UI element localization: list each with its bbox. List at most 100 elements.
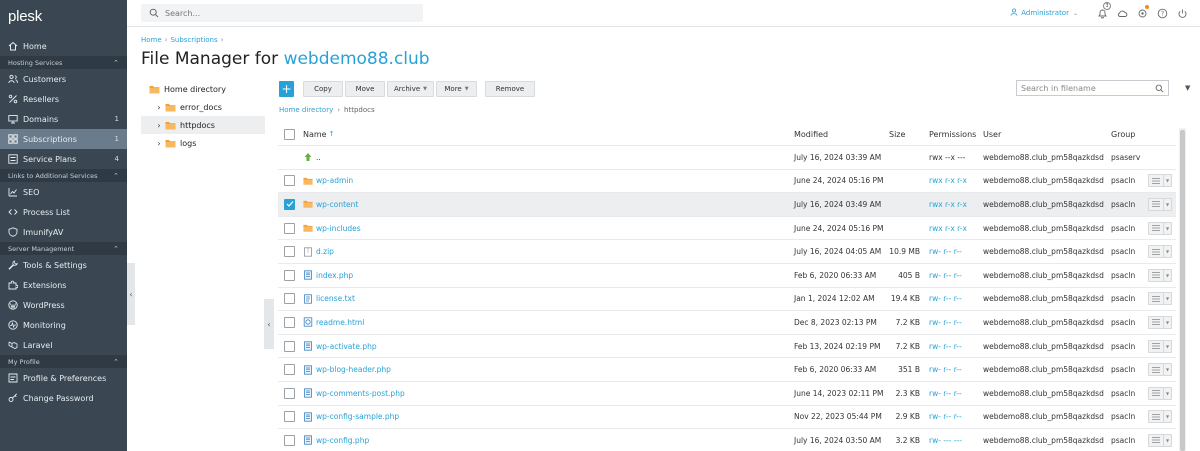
table-row[interactable]: ">wp-admin June 24, 2024 05:16 PM rwx r-… [278,170,1176,194]
table-row[interactable]: wp-config.php July 16, 2024 03:50 AM 3.2… [278,429,1176,451]
sidebar-item-profile-preferences[interactable]: Profile & Preferences [0,368,127,388]
permissions-cell[interactable]: rw- r-- r-- [929,240,962,263]
sidebar-item-change-password[interactable]: Change Password [0,388,127,408]
file-name-link[interactable]: wp-admin [316,176,353,185]
sidebar-section-header[interactable]: Hosting Services ⌃ [0,56,127,69]
permissions-cell[interactable]: rw- r-- r-- [929,406,962,429]
row-checkbox[interactable] [284,387,295,399]
row-actions-button[interactable]: ▼ [1148,410,1172,424]
plesk-logo[interactable]: plesk [0,0,127,32]
permissions-cell[interactable]: rw- r-- r-- [929,358,962,381]
table-row[interactable]: index.php Feb 6, 2020 06:33 AM 405 B rw-… [278,264,1176,288]
file-name-link[interactable]: wp-config-sample.php [316,412,399,421]
permissions-cell[interactable]: rwx r-x r-x [929,193,967,216]
permissions-cell[interactable]: rwx r-x r-x [929,217,967,240]
power-icon[interactable] [1176,7,1188,19]
search-options-chevron-icon[interactable]: ▼ [1185,84,1190,92]
sidebar-item-customers[interactable]: Customers [0,69,127,89]
chevron-right-icon[interactable]: › [155,121,163,130]
row-actions-button[interactable]: ▼ [1148,245,1172,259]
row-checkbox[interactable] [284,293,295,305]
file-name-link[interactable]: license.txt [316,294,355,303]
table-row[interactable]: ">wp-content July 16, 2024 03:49 AM rwx … [278,193,1176,217]
chevron-right-icon[interactable]: › [155,103,163,112]
table-row[interactable]: .. July 16, 2024 03:39 AM rwx --x --- we… [278,146,1176,170]
tree-item-root[interactable]: Home directory [141,80,265,98]
row-actions-button[interactable]: ▼ [1148,315,1172,329]
filename-search-input[interactable]: Search in filename [1016,80,1169,96]
file-name-link[interactable]: wp-comments-post.php [316,389,405,398]
updates-icon[interactable] [1136,5,1149,19]
cloud-icon[interactable] [1116,7,1128,19]
row-checkbox[interactable] [284,316,295,328]
row-actions-button[interactable]: ▼ [1148,174,1172,188]
permissions-cell[interactable]: rw- --- --- [929,429,962,451]
table-row[interactable]: wp-blog-header.php Feb 6, 2020 06:33 AM … [278,358,1176,382]
row-checkbox[interactable] [284,340,295,352]
tree-collapse-handle[interactable]: ‹ [264,299,274,349]
file-name-link[interactable]: d.zip [316,247,334,256]
row-actions-button[interactable]: ▼ [1148,197,1172,211]
row-actions-button[interactable]: ▼ [1148,221,1172,235]
column-header-permissions[interactable]: Permissions [929,123,976,145]
row-actions-button[interactable]: ▼ [1148,386,1172,400]
table-row[interactable]: license.txt Jan 1, 2024 12:02 AM 19.4 KB… [278,288,1176,312]
sidebar-collapse-handle[interactable]: ‹ [127,263,135,325]
user-menu[interactable]: Administrator ⌄ [1010,8,1078,18]
column-header-name[interactable]: Name ↑ [303,123,334,145]
sidebar-item-subscriptions[interactable]: Subscriptions 1 [0,129,127,149]
row-checkbox[interactable] [284,175,295,187]
select-all-checkbox[interactable] [284,128,295,140]
search-icon[interactable] [1155,84,1164,93]
page-title-domain[interactable]: webdemo88.club [284,49,430,69]
column-header-user[interactable]: User [983,123,1001,145]
row-checkbox[interactable] [284,364,295,376]
sidebar-section-header[interactable]: Server Management ⌃ [0,242,127,255]
row-checkbox[interactable] [284,198,295,210]
file-name-link[interactable]: wp-content [316,200,358,209]
table-scrollbar[interactable] [1179,128,1186,451]
tree-item-error-docs[interactable]: › error_docs [141,98,265,116]
file-name-link[interactable]: .. [316,153,321,162]
file-name-link[interactable]: index.php [316,271,353,280]
row-checkbox[interactable] [284,246,295,258]
more-button[interactable]: More ▼ [436,80,477,97]
sidebar-section-header[interactable]: Links to Additional Services ⌃ [0,169,127,182]
sidebar-item-wordpress[interactable]: WordPress [0,295,127,315]
global-search-input[interactable]: Search... [141,4,423,22]
column-header-group[interactable]: Group [1111,123,1135,145]
row-checkbox[interactable] [284,222,295,234]
sidebar-item-laravel[interactable]: Laravel [0,335,127,355]
row-actions-button[interactable]: ▼ [1148,433,1172,447]
table-row[interactable]: ">wp-includes June 24, 2024 05:16 PM rwx… [278,217,1176,241]
breadcrumb-home[interactable]: Home [141,36,162,44]
table-row[interactable]: readme.html Dec 8, 2023 02:13 PM 7.2 KB … [278,311,1176,335]
table-row[interactable]: d.zip July 16, 2024 04:05 AM 10.9 MB rw-… [278,240,1176,264]
permissions-cell[interactable]: rw- r-- r-- [929,382,962,405]
permissions-cell[interactable]: rw- r-- r-- [929,264,962,287]
file-name-link[interactable]: wp-config.php [316,436,369,445]
permissions-cell[interactable]: rw- r-- r-- [929,311,962,334]
notifications-icon[interactable]: 3 [1096,2,1111,19]
column-header-modified[interactable]: Modified [794,123,828,145]
sidebar-item-imunifyav[interactable]: ImunifyAV [0,222,127,242]
path-root[interactable]: Home directory [279,106,333,114]
chevron-right-icon[interactable]: › [155,139,163,148]
row-actions-button[interactable]: ▼ [1148,339,1172,353]
sidebar-item-domains[interactable]: Domains 1 [0,109,127,129]
copy-button[interactable]: Copy [303,80,343,97]
archive-button[interactable]: Archive ▼ [387,80,434,97]
breadcrumb-subscriptions[interactable]: Subscriptions [170,36,217,44]
help-icon[interactable]: ? [1156,7,1168,19]
table-row[interactable]: wp-comments-post.php June 14, 2023 02:11… [278,382,1176,406]
row-checkbox[interactable] [284,269,295,281]
row-checkbox[interactable] [284,434,295,446]
row-checkbox[interactable] [284,411,295,423]
row-actions-button[interactable]: ▼ [1148,363,1172,377]
sidebar-item-service-plans[interactable]: Service Plans 4 [0,149,127,169]
add-button[interactable]: + [279,80,294,97]
permissions-cell[interactable]: rw- r-- r-- [929,288,962,311]
sidebar-item-seo[interactable]: SEO [0,182,127,202]
file-name-link[interactable]: wp-includes [316,224,361,233]
file-name-link[interactable]: readme.html [316,318,364,327]
